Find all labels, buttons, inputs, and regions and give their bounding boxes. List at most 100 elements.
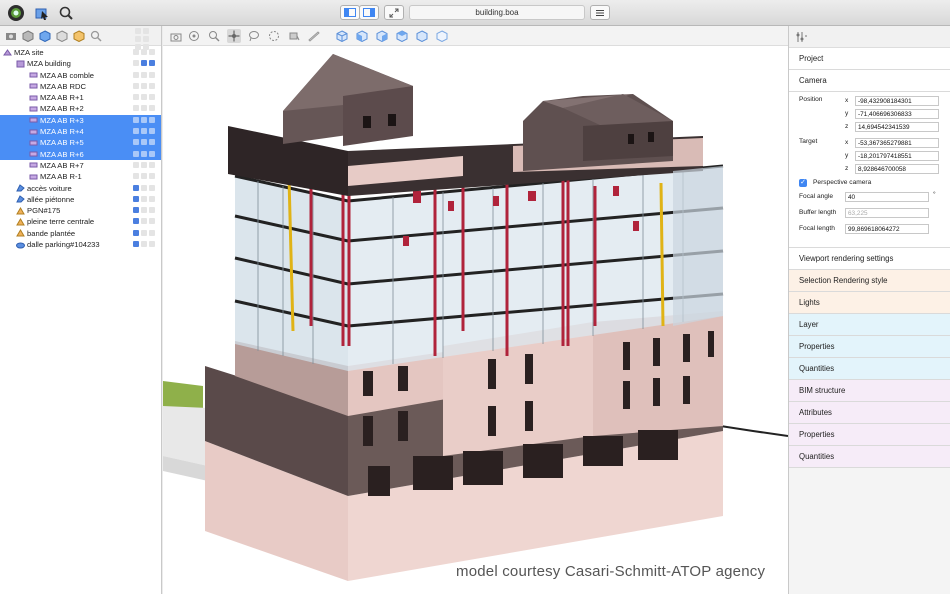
tree-row[interactable]: MZA AB R+5 <box>0 137 161 149</box>
tree-row[interactable]: MZA site <box>0 47 161 58</box>
visibility-flags[interactable] <box>133 207 155 214</box>
visibility-flags[interactable] <box>133 71 155 78</box>
section-bim-structure[interactable]: BIM structure <box>789 380 950 402</box>
target-y-field[interactable]: -18,201797418551 <box>855 151 939 161</box>
position-x-field[interactable]: -98,432908184301 <box>855 96 939 106</box>
tree-row-label: PGN#175 <box>27 206 61 216</box>
visibility-flags[interactable] <box>133 218 155 225</box>
section-lights[interactable]: Lights <box>789 292 950 314</box>
focal-angle-field[interactable]: 40 <box>845 192 929 202</box>
tree-row[interactable]: pleine terre centrale <box>0 216 161 227</box>
focal-angle-label: Focal angle <box>799 193 834 200</box>
tree-row[interactable]: MZA AB R-1 <box>0 171 161 182</box>
tree-row[interactable]: dalle parking#104233 <box>0 239 161 250</box>
layout-left-button[interactable] <box>340 5 360 20</box>
buffer-length-field[interactable]: 63,225 <box>845 208 929 218</box>
perspective-label: Perspective camera <box>813 179 872 186</box>
section-selection-rendering-style[interactable]: Selection Rendering style <box>789 270 950 292</box>
tree-row-label: MZA AB comble <box>40 70 95 80</box>
storey-icon <box>29 71 38 79</box>
building-model[interactable] <box>163 26 788 594</box>
model-credit: model courtesy Casari-Schmitt-ATOP agenc… <box>456 563 766 580</box>
filter-search-icon[interactable] <box>89 29 103 43</box>
tree-row[interactable]: MZA building <box>0 58 161 69</box>
toolbar: building.boa <box>0 0 950 26</box>
tree-row[interactable]: MZA AB comble <box>0 70 161 81</box>
target-x-field[interactable]: -53,367365279881 <box>855 138 939 148</box>
tree-row-label: MZA site <box>14 48 44 57</box>
camera-icon[interactable] <box>4 29 18 43</box>
buffer-length-label: Buffer length <box>799 209 837 216</box>
visibility-flags[interactable] <box>133 49 155 55</box>
proxy-icon <box>16 229 25 237</box>
tree-row[interactable]: MZA AB RDC <box>0 81 161 92</box>
tree-row[interactable]: PGN#175 <box>0 205 161 216</box>
search-icon[interactable] <box>56 3 76 23</box>
storey-icon <box>29 105 38 113</box>
visibility-flags[interactable] <box>133 150 155 157</box>
tree-row-label: MZA AB R+5 <box>40 138 84 148</box>
section-properties[interactable]: Properties <box>789 336 950 358</box>
tree-row[interactable]: MZA AB R+1 <box>0 92 161 103</box>
target-z-field[interactable]: 8,928646700058 <box>855 164 939 174</box>
menu-button[interactable] <box>590 5 610 20</box>
tree-row[interactable]: accès voiture <box>0 183 161 194</box>
visibility-flags[interactable] <box>133 82 155 89</box>
building-icon <box>16 60 25 68</box>
visibility-flags[interactable] <box>133 128 155 135</box>
settings-sliders-icon[interactable] <box>795 31 807 45</box>
visibility-flags[interactable] <box>133 94 155 101</box>
visibility-flags[interactable] <box>133 241 155 248</box>
slab-icon <box>16 241 25 249</box>
target-y-axis: y <box>845 152 849 159</box>
tree-row[interactable]: MZA AB R+6 <box>0 148 161 160</box>
tree-row-label: accès voiture <box>27 183 72 193</box>
visibility-flags[interactable] <box>133 161 155 168</box>
cube-orange-icon[interactable] <box>72 29 86 43</box>
cube-outline-icon[interactable] <box>55 29 69 43</box>
section-attributes[interactable]: Attributes <box>789 402 950 424</box>
perspective-checkbox[interactable]: ✓ <box>799 179 807 187</box>
section-quantities[interactable]: Quantities <box>789 446 950 468</box>
section-layer[interactable]: Layer <box>789 314 950 336</box>
app-icon[interactable] <box>6 3 26 23</box>
visibility-flags[interactable] <box>133 139 155 146</box>
position-z-field[interactable]: 14,694542341539 <box>855 122 939 132</box>
visibility-flags[interactable] <box>133 173 155 180</box>
tree-row[interactable]: MZA AB R+4 <box>0 126 161 138</box>
site-icon <box>3 48 12 57</box>
section-project[interactable]: Project <box>789 48 950 70</box>
fullscreen-button[interactable] <box>384 5 404 20</box>
visibility-flags[interactable] <box>133 60 155 67</box>
target-z-axis: z <box>845 165 849 172</box>
section-quantities[interactable]: Quantities <box>789 358 950 380</box>
storey-icon <box>29 116 38 124</box>
visibility-flags[interactable] <box>133 105 155 112</box>
tree-row[interactable]: MZA AB R+3 <box>0 114 161 127</box>
focal-length-field[interactable]: 99,869618064272 <box>845 224 929 234</box>
position-y-axis: y <box>845 110 849 117</box>
tree-row[interactable]: MZA AB R+2 <box>0 103 161 114</box>
tree-row[interactable]: MZA AB R+7 <box>0 160 161 171</box>
position-z-axis: z <box>845 123 849 130</box>
visibility-flags[interactable] <box>133 195 155 202</box>
inspector-sections: Viewport rendering settings Selection Ren… <box>789 248 950 468</box>
tree-row[interactable]: allée piétonne <box>0 194 161 205</box>
section-properties[interactable]: Properties <box>789 424 950 446</box>
layout-right-button[interactable] <box>359 5 379 20</box>
visibility-flags[interactable] <box>133 184 155 191</box>
position-y-field[interactable]: -71,406696306833 <box>855 109 939 119</box>
3d-viewport[interactable]: model courtesy Casari-Schmitt-ATOP agenc… <box>163 26 788 594</box>
section-viewport-rendering-settings[interactable]: Viewport rendering settings <box>789 248 950 270</box>
storey-icon <box>29 173 38 181</box>
cube-gray-icon[interactable] <box>21 29 35 43</box>
visibility-flags[interactable] <box>133 229 155 236</box>
select-tool-icon[interactable] <box>32 3 52 23</box>
section-camera[interactable]: Camera <box>789 70 950 92</box>
target-x-axis: x <box>845 139 849 146</box>
cube-blue-icon[interactable] <box>38 29 52 43</box>
tree-row-label: allée piétonne <box>27 194 75 204</box>
tree-row-label: MZA building <box>27 59 71 69</box>
tree-row[interactable]: bande plantée <box>0 228 161 239</box>
visibility-flags[interactable] <box>133 116 155 123</box>
